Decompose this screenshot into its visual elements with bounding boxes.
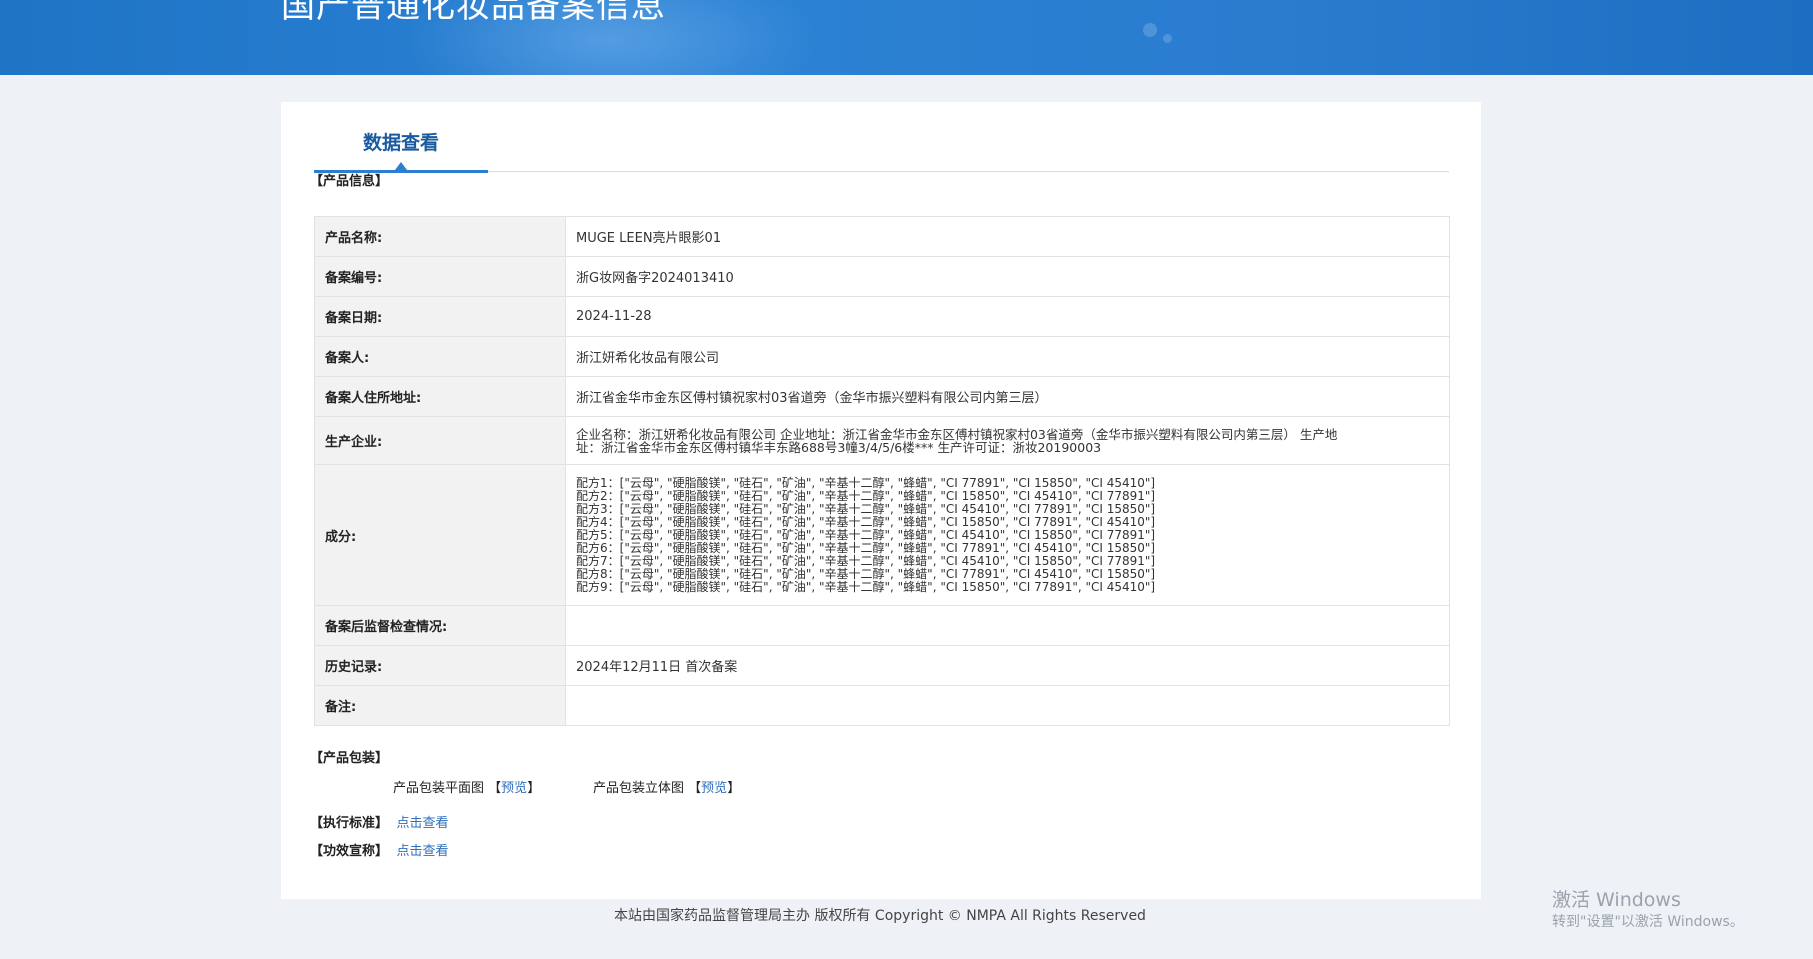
ingredient-formula: 配方4：["云母", "硬脂酸镁", "硅石", "矿油", "辛基十二醇", … [576, 514, 1156, 529]
header-dot-decoration [1163, 34, 1172, 43]
row-value-registration-date: 2024-11-28 [565, 296, 1450, 337]
section-label-product-info: 【产品信息】 [310, 174, 389, 189]
ingredient-formula: 配方3：["云母", "硬脂酸镁", "硅石", "矿油", "辛基十二醇", … [576, 501, 1156, 516]
content-card: 数据查看 【产品信息】 产品名称: MUGE LEEN亮片眼影01 备案编号: … [281, 102, 1481, 899]
manufacturer-line: 址：浙江省金华市金东区傅村镇华丰东路688号3幢3/4/5/6楼*** 生产许可… [576, 439, 1102, 455]
row-value-registrant-address: 浙江省金华市金东区傅村镇祝家村03省道旁（金华市振兴塑料有限公司内第三层） [565, 376, 1450, 417]
windows-activation-hint: 转到"设置"以激活 Windows。 [1552, 914, 1744, 930]
section-label-claims: 【功效宣称】 点击查看 [310, 844, 449, 859]
table-row: 备案人住所地址: 浙江省金华市金东区傅村镇祝家村03省道旁（金华市振兴塑料有限公… [314, 376, 1450, 417]
ingredient-formula: 配方6：["云母", "硬脂酸镁", "硅石", "矿油", "辛基十二醇", … [576, 540, 1156, 555]
row-label: 备案人住所地址: [314, 376, 566, 417]
standard-view-link[interactable]: 点击查看 [397, 816, 449, 831]
table-row: 生产企业: 企业名称：浙江妍希化妆品有限公司 企业地址：浙江省金华市金东区傅村镇… [314, 416, 1450, 465]
ingredient-formula: 配方5：["云母", "硬脂酸镁", "硅石", "矿油", "辛基十二醇", … [576, 527, 1156, 542]
row-value-remarks [565, 685, 1450, 726]
section-label-standard: 【执行标准】 点击查看 [310, 816, 449, 831]
table-row: 历史记录: 2024年12月11日 首次备案 [314, 645, 1450, 686]
header-dot-decoration [1143, 23, 1157, 37]
row-value-registrant: 浙江妍希化妆品有限公司 [565, 336, 1450, 377]
row-label: 备案编号: [314, 256, 566, 297]
row-value-ingredients: 配方1：["云母", "硬脂酸镁", "硅石", "矿油", "辛基十二醇", … [565, 464, 1450, 606]
row-value-registration-number: 浙G妆网备字2024013410 [565, 256, 1450, 297]
row-value-manufacturer: 企业名称：浙江妍希化妆品有限公司 企业地址：浙江省金华市金东区傅村镇祝家村03省… [565, 416, 1450, 465]
table-row: 备案后监督检查情况: [314, 605, 1450, 646]
table-row: 产品名称: MUGE LEEN亮片眼影01 [314, 216, 1450, 257]
row-label: 备注: [314, 685, 566, 726]
packaging-solid-preview-link[interactable]: 预览 [701, 781, 727, 796]
table-row: 备注: [314, 685, 1450, 726]
row-label: 生产企业: [314, 416, 566, 465]
page-footer: 本站由国家药品监督管理局主办 版权所有 Copyright © NMPA All… [614, 908, 1146, 924]
ingredient-formula: 配方2：["云母", "硬脂酸镁", "硅石", "矿油", "辛基十二醇", … [576, 488, 1156, 503]
row-label: 成分: [314, 464, 566, 606]
claims-view-link[interactable]: 点击查看 [397, 844, 449, 859]
manufacturer-line: 企业名称：浙江妍希化妆品有限公司 企业地址：浙江省金华市金东区傅村镇祝家村03省… [576, 426, 1338, 442]
page-header: 国产普通化妆品备案信息 [0, 0, 1813, 75]
table-row: 成分: 配方1：["云母", "硬脂酸镁", "硅石", "矿油", "辛基十二… [314, 464, 1450, 606]
packaging-flat-preview-link[interactable]: 预览 [501, 781, 527, 796]
packaging-flat-item: 产品包装平面图 【预览】 [393, 781, 541, 796]
row-value-history: 2024年12月11日 首次备案 [565, 645, 1450, 686]
section-label-packaging: 【产品包装】 [310, 751, 389, 766]
page-title: 国产普通化妆品备案信息 [281, 0, 666, 26]
ingredient-formula: 配方7：["云母", "硬脂酸镁", "硅石", "矿油", "辛基十二醇", … [576, 553, 1156, 568]
packaging-solid-label: 产品包装立体图 [593, 781, 685, 796]
ingredient-formula: 配方9：["云母", "硬脂酸镁", "硅石", "矿油", "辛基十二醇", … [576, 579, 1156, 594]
row-label: 历史记录: [314, 645, 566, 686]
windows-activation-watermark: 激活 Windows [1552, 889, 1681, 911]
product-info-table: 产品名称: MUGE LEEN亮片眼影01 备案编号: 浙G妆网备字202401… [314, 216, 1450, 726]
table-row: 备案编号: 浙G妆网备字2024013410 [314, 256, 1450, 297]
packaging-solid-item: 产品包装立体图 【预览】 [593, 781, 741, 796]
row-label: 产品名称: [314, 216, 566, 257]
table-row: 备案日期: 2024-11-28 [314, 296, 1450, 337]
ingredient-formula: 配方8：["云母", "硬脂酸镁", "硅石", "矿油", "辛基十二醇", … [576, 566, 1156, 581]
ingredient-formula: 配方1：["云母", "硬脂酸镁", "硅石", "矿油", "辛基十二醇", … [576, 475, 1156, 490]
row-value-product-name: MUGE LEEN亮片眼影01 [565, 216, 1450, 257]
row-label: 备案后监督检查情况: [314, 605, 566, 646]
row-value-inspection [565, 605, 1450, 646]
packaging-flat-label: 产品包装平面图 [393, 781, 485, 796]
tab-caret-icon [395, 162, 407, 170]
row-label: 备案人: [314, 336, 566, 377]
table-row: 备案人: 浙江妍希化妆品有限公司 [314, 336, 1450, 377]
row-label: 备案日期: [314, 296, 566, 337]
